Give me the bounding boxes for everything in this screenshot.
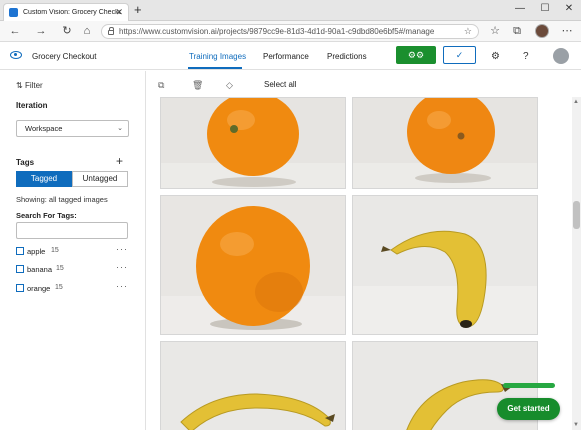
filter-icon: ⇅ bbox=[16, 81, 23, 90]
custom-vision-favicon-icon bbox=[9, 8, 18, 17]
browser-address-bar: ← → ↻ ⌂ https://www.customvision.ai/proj… bbox=[0, 21, 581, 42]
tab-close-icon[interactable]: ✕ bbox=[115, 7, 123, 18]
untagged-toggle[interactable]: Untagged bbox=[72, 171, 128, 187]
tag-more-icon[interactable]: ··· bbox=[116, 244, 128, 254]
search-tags-input[interactable] bbox=[16, 222, 128, 239]
tag-name: banana bbox=[27, 265, 53, 274]
collections-icon[interactable]: ⧉ bbox=[510, 25, 524, 37]
delete-icon[interactable]: 🗑 bbox=[192, 80, 203, 91]
refresh-icon[interactable]: ↻ bbox=[60, 25, 74, 37]
tour-progress-bar bbox=[503, 383, 555, 388]
tab-title: Custom Vision: Grocery Checkout bbox=[23, 9, 121, 16]
tag-checkbox[interactable] bbox=[16, 247, 24, 255]
favorite-star-icon[interactable]: ☆ bbox=[464, 26, 472, 37]
back-icon[interactable]: ← bbox=[8, 25, 22, 37]
scroll-down-icon[interactable]: ▼ bbox=[573, 422, 579, 428]
get-started-button[interactable]: Get started bbox=[497, 398, 560, 420]
scrollbar-thumb[interactable] bbox=[573, 201, 580, 229]
image-tile-orange[interactable] bbox=[160, 195, 346, 335]
iteration-heading: Iteration bbox=[16, 101, 48, 110]
tag-row-banana[interactable]: banana 15 ··· bbox=[16, 262, 128, 275]
scroll-up-icon[interactable]: ▲ bbox=[573, 99, 579, 105]
project-name[interactable]: Grocery Checkout bbox=[32, 52, 96, 61]
train-button[interactable]: ⚙⚙ bbox=[396, 46, 436, 64]
image-tile-orange[interactable] bbox=[352, 97, 538, 189]
scrollbar[interactable]: ▲ ▼ bbox=[572, 97, 581, 430]
home-icon[interactable]: ⌂ bbox=[80, 25, 94, 37]
search-tags-label: Search For Tags: bbox=[16, 211, 77, 220]
chevron-down-icon: ⌄ bbox=[117, 125, 123, 132]
url-text: https://www.customvision.ai/projects/987… bbox=[119, 27, 435, 36]
image-grid bbox=[147, 97, 571, 430]
filter-label: Filter bbox=[24, 81, 43, 90]
forward-icon[interactable]: → bbox=[34, 25, 48, 37]
custom-vision-eye-icon[interactable] bbox=[10, 51, 22, 59]
showing-text: Showing: all tagged images bbox=[16, 195, 108, 204]
iteration-value: Workspace bbox=[25, 124, 63, 133]
favorites-icon[interactable]: ☆ bbox=[488, 25, 502, 37]
browser-titlebar: Custom Vision: Grocery Checkout ✕ + — ☐ … bbox=[0, 0, 581, 21]
filter-sidebar: ⇅ Filter Iteration Workspace ⌄ Tags + Ta… bbox=[0, 71, 146, 430]
browser-profile-avatar[interactable] bbox=[535, 24, 549, 38]
tag-count: 15 bbox=[51, 247, 59, 254]
browser-menu-icon[interactable]: ⋯ bbox=[560, 25, 574, 37]
settings-gear-icon[interactable]: ⚙ bbox=[491, 51, 500, 62]
lock-icon bbox=[108, 27, 114, 35]
tab-training-images[interactable]: Training Images bbox=[189, 52, 246, 61]
maximize-button[interactable]: ☐ bbox=[537, 3, 553, 14]
tag-more-icon[interactable]: ··· bbox=[116, 281, 128, 291]
help-icon[interactable]: ? bbox=[523, 51, 529, 62]
tag-row-orange[interactable]: orange 15 ··· bbox=[16, 281, 128, 294]
browser-tab[interactable]: Custom Vision: Grocery Checkout ✕ bbox=[3, 3, 129, 21]
tag-more-icon[interactable]: ··· bbox=[116, 262, 128, 272]
train-gears-icon: ⚙⚙ bbox=[407, 50, 425, 60]
tab-performance[interactable]: Performance bbox=[263, 52, 309, 61]
filter-toggle[interactable]: ⇅ Filter bbox=[16, 81, 43, 90]
tag-checkbox[interactable] bbox=[16, 265, 24, 273]
tag-row-apple[interactable]: apple 15 ··· bbox=[16, 244, 128, 257]
app-header: Grocery Checkout Training Images Perform… bbox=[0, 42, 581, 70]
image-tile-orange[interactable] bbox=[160, 97, 346, 189]
check-icon: ✓ bbox=[455, 50, 464, 60]
tag-name: orange bbox=[27, 284, 51, 293]
user-avatar[interactable] bbox=[553, 48, 569, 64]
quick-test-button[interactable]: ✓ bbox=[443, 46, 476, 64]
select-all-button[interactable]: Select all bbox=[264, 80, 296, 89]
image-tile-banana[interactable] bbox=[160, 341, 346, 430]
image-tile-banana[interactable] bbox=[352, 195, 538, 335]
tab-predictions[interactable]: Predictions bbox=[327, 52, 367, 61]
add-images-icon[interactable]: ⧉ bbox=[158, 80, 164, 91]
images-toolbar: ⧉ 🗑 ◇ bbox=[147, 71, 581, 97]
tag-count: 15 bbox=[56, 265, 64, 272]
tag-icon[interactable]: ◇ bbox=[226, 80, 233, 91]
iteration-select[interactable]: Workspace ⌄ bbox=[16, 120, 129, 137]
minimize-button[interactable]: — bbox=[512, 3, 528, 14]
tags-heading: Tags bbox=[16, 158, 35, 167]
new-tab-button[interactable]: + bbox=[134, 3, 142, 17]
add-tag-icon[interactable]: + bbox=[116, 155, 123, 167]
url-field[interactable]: https://www.customvision.ai/projects/987… bbox=[101, 24, 479, 39]
tag-name: apple bbox=[27, 247, 46, 256]
tagged-toggle[interactable]: Tagged bbox=[16, 171, 72, 187]
active-tab-indicator bbox=[188, 67, 242, 69]
tag-checkbox[interactable] bbox=[16, 284, 24, 292]
tag-count: 15 bbox=[55, 284, 63, 291]
close-window-button[interactable]: ✕ bbox=[561, 3, 577, 14]
